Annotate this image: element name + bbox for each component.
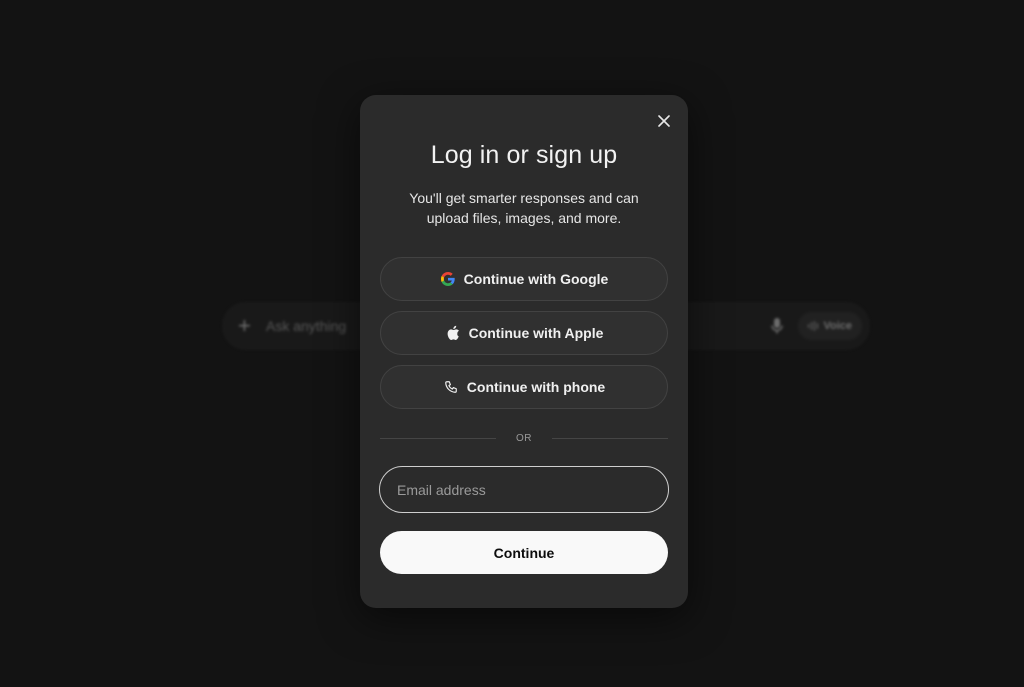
continue-button[interactable]: Continue xyxy=(380,531,668,574)
close-button[interactable] xyxy=(654,111,674,131)
phone-icon xyxy=(443,379,459,395)
continue-with-phone-button[interactable]: Continue with phone xyxy=(380,365,668,409)
continue-with-google-button[interactable]: Continue with Google xyxy=(380,257,668,301)
voice-label: Voice xyxy=(823,320,853,332)
waveform-icon xyxy=(807,321,819,331)
apple-button-label: Continue with Apple xyxy=(468,325,604,341)
plus-icon[interactable]: + xyxy=(238,315,254,337)
google-icon xyxy=(440,271,456,287)
apple-icon xyxy=(445,325,461,341)
phone-button-label: Continue with phone xyxy=(466,379,606,395)
or-divider: OR xyxy=(380,433,668,445)
divider-line xyxy=(380,438,496,439)
composer-placeholder: Ask anything xyxy=(266,318,347,334)
modal-title: Log in or sign up xyxy=(430,141,618,169)
page: + Ask anything Voice Log in or sign up Y… xyxy=(0,0,1024,687)
close-icon xyxy=(658,115,670,127)
continue-with-apple-button[interactable]: Continue with Apple xyxy=(380,311,668,355)
divider-line xyxy=(552,438,668,439)
login-modal: Log in or sign up You'll get smarter res… xyxy=(360,95,688,608)
voice-button[interactable]: Voice xyxy=(798,312,862,340)
modal-subtitle: You'll get smarter responses and can upl… xyxy=(409,190,639,226)
divider-text: OR xyxy=(516,433,532,444)
microphone-icon[interactable] xyxy=(770,317,784,335)
google-button-label: Continue with Google xyxy=(463,271,609,287)
email-input[interactable] xyxy=(379,466,669,513)
